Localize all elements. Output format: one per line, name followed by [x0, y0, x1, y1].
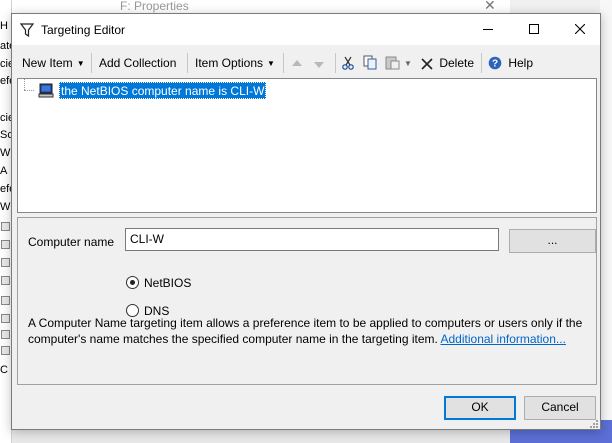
add-collection-button[interactable]: Add Collection	[99, 50, 176, 76]
dropdown-arrow-icon: ▼	[267, 59, 275, 68]
resize-grip-icon[interactable]	[588, 418, 598, 428]
maximize-button[interactable]	[511, 14, 557, 45]
funnel-icon	[20, 23, 34, 37]
background-window-title: F: Properties	[120, 0, 189, 13]
computer-name-label: Computer name	[28, 235, 115, 249]
delete-icon	[421, 58, 433, 70]
bg-icon	[1, 296, 10, 305]
computer-name-input[interactable]: CLI-W	[125, 228, 499, 251]
bg-letter: A	[0, 165, 8, 177]
bg-icon	[1, 222, 10, 231]
paste-icon	[385, 56, 400, 70]
new-item-button[interactable]: New Item ▼	[22, 50, 85, 76]
delete-button[interactable]: Delete	[421, 50, 474, 76]
bg-icon	[1, 240, 10, 249]
toolbar-separator	[335, 53, 336, 73]
paste-button[interactable]: ▼	[385, 50, 412, 76]
radio-circle	[126, 276, 139, 289]
targeting-tree[interactable]: the NetBIOS computer name is CLI-W	[17, 78, 597, 213]
item-options-label: Item Options	[195, 56, 264, 70]
tree-connector	[24, 79, 25, 90]
new-item-label: New Item	[22, 56, 73, 70]
bg-icon	[1, 276, 10, 285]
bg-letter: W	[0, 201, 11, 213]
maximize-icon	[529, 24, 539, 34]
close-icon	[575, 24, 585, 34]
minimize-button[interactable]	[465, 14, 511, 45]
bg-icon	[1, 314, 10, 323]
cut-button[interactable]	[341, 50, 355, 76]
targeting-editor-dialog: Targeting Editor New Item ▼ Add Collectio…	[11, 13, 601, 430]
minimize-icon	[483, 29, 493, 30]
svg-text:?: ?	[492, 59, 498, 70]
toolbar: New Item▼ Add Collection Item Options▼	[17, 50, 597, 76]
dialog-title: Targeting Editor	[41, 23, 126, 37]
move-down-button[interactable]	[313, 50, 325, 76]
ok-button[interactable]: OK	[444, 396, 516, 420]
toolbar-separator	[283, 53, 284, 73]
bg-icon	[1, 346, 10, 355]
computer-icon	[38, 83, 54, 98]
netbios-radio-label: NetBIOS	[144, 276, 192, 290]
toolbar-separator	[91, 53, 92, 73]
help-label: Help	[508, 56, 534, 70]
tree-connector	[24, 90, 34, 91]
close-button[interactable]	[557, 14, 603, 45]
browse-button[interactable]: ...	[509, 229, 596, 253]
help-icon: ?	[488, 56, 502, 70]
dropdown-arrow-icon: ▼	[404, 59, 412, 68]
copy-button[interactable]	[363, 50, 378, 76]
radio-selected-dot	[130, 280, 135, 285]
background-window-right	[600, 0, 612, 443]
delete-label: Delete	[439, 56, 475, 70]
bg-letter: W	[0, 147, 11, 159]
targeting-item-properties: Computer name CLI-W ... NetBIOS DNS A Co…	[17, 217, 597, 385]
tree-item-label: the NetBIOS computer name is CLI-W	[59, 82, 267, 99]
bg-icon	[1, 258, 10, 267]
description-text: A Computer Name targeting item allows a …	[28, 315, 586, 347]
title-bar[interactable]: Targeting Editor	[12, 14, 600, 45]
cut-icon	[342, 56, 354, 70]
dropdown-arrow-icon: ▼	[76, 59, 85, 68]
additional-information-link[interactable]: Additional information...	[441, 332, 566, 346]
bg-letter: H	[0, 20, 8, 32]
toolbar-separator	[187, 53, 188, 73]
move-down-icon	[314, 62, 324, 68]
add-collection-label: Add Collection	[99, 56, 177, 70]
copy-icon	[363, 55, 377, 70]
toolbar-separator	[481, 53, 482, 73]
move-up-button[interactable]	[291, 50, 303, 76]
move-up-icon	[292, 60, 302, 66]
help-button[interactable]: ? Help	[488, 50, 533, 76]
cancel-button[interactable]: Cancel	[524, 396, 596, 420]
bg-letter: C	[0, 364, 8, 376]
bg-icon	[1, 330, 10, 339]
background-close-icon: ✕	[484, 0, 496, 13]
item-options-button[interactable]: Item Options ▼	[195, 50, 275, 76]
